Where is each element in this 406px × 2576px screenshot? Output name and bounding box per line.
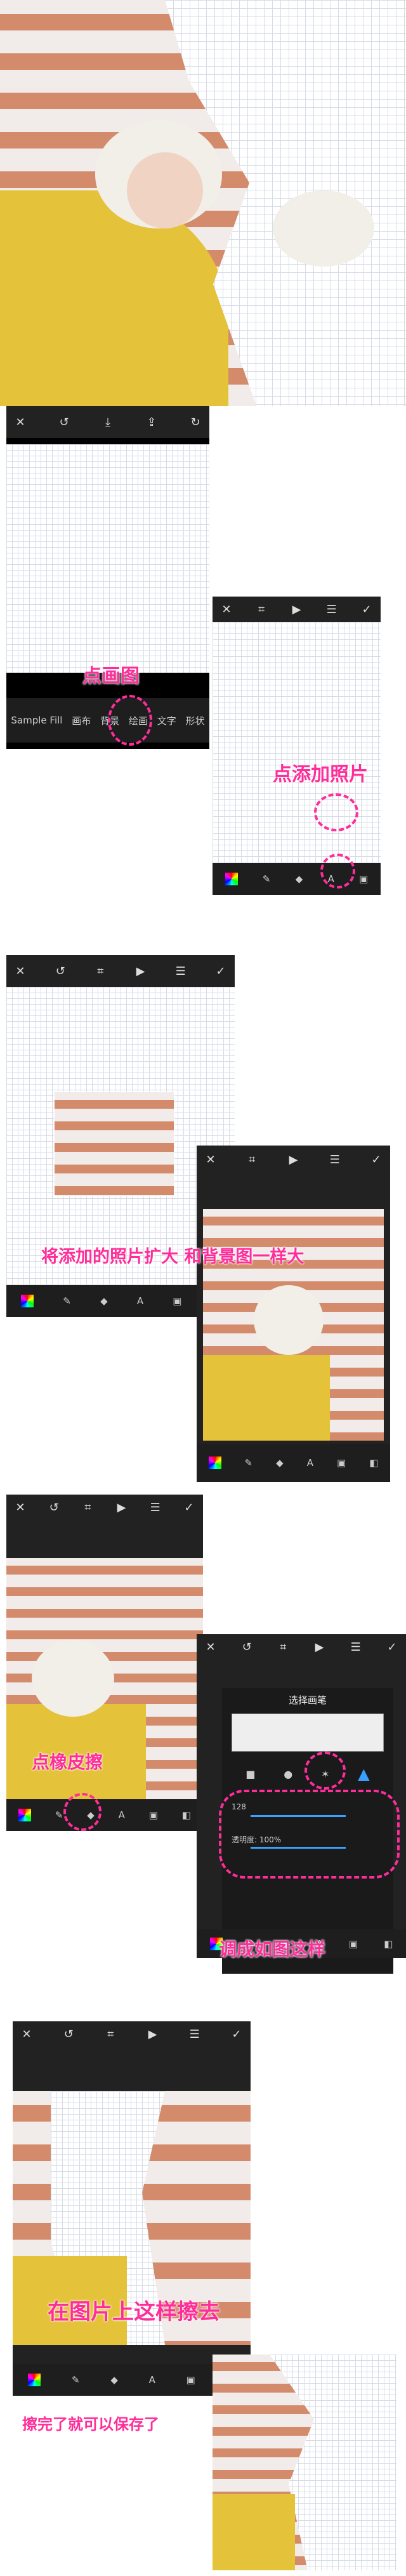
callout-save: 擦完了就可以保存了 (22, 2415, 159, 2433)
callout-eraser: 点橡皮擦 (32, 1752, 103, 1773)
add-photo-icon[interactable]: ▣ (359, 873, 368, 885)
undo-icon[interactable]: ↺ (58, 416, 70, 429)
shape-button[interactable]: 形状 (186, 714, 205, 727)
close-icon[interactable]: ✕ (204, 1153, 217, 1166)
brush-icon[interactable]: ✎ (263, 873, 271, 885)
menu-icon[interactable]: ☰ (149, 1501, 162, 1514)
text-button[interactable]: 文字 (157, 714, 176, 727)
color-swatch[interactable] (21, 1295, 34, 1307)
share-icon[interactable]: ⇪ (145, 416, 158, 429)
menu-icon[interactable]: ☰ (329, 1153, 341, 1166)
soft-brush-icon[interactable]: ● (284, 1768, 292, 1780)
close-icon[interactable]: ✕ (14, 1501, 27, 1514)
canvas[interactable] (6, 444, 209, 673)
video-icon[interactable]: ▶ (291, 603, 303, 616)
app-screen-6: ✕↺⌗▶☰✓ ✎◆A▣◧ (13, 2021, 251, 2396)
callout-add-photo: 点添加照片 (273, 763, 368, 786)
crop-icon[interactable]: ⌗ (94, 965, 107, 978)
triangle-brush-icon[interactable]: ▲ (358, 1765, 369, 1783)
check-icon[interactable]: ✓ (370, 1153, 383, 1166)
menu-icon[interactable]: ☰ (174, 965, 187, 978)
callout-erase: 在图片上这样擦去 (48, 2299, 220, 2325)
download-icon[interactable]: ⤓ (102, 416, 114, 429)
redo-icon[interactable]: ↻ (189, 416, 202, 429)
app-screen-4: ✕ ⌗ ▶ ☰ ✓ ✎ ◆ A ▣ ◧ (197, 1146, 390, 1482)
callout-enlarge: 将添加的照片扩大 和背景图一样大 (41, 1247, 304, 1267)
hard-brush-icon[interactable]: ■ (246, 1768, 255, 1780)
added-photo[interactable] (54, 1092, 174, 1196)
callout-adjust: 调成如图这样 (219, 1939, 326, 1960)
eraser-icon[interactable]: ◆ (296, 873, 303, 885)
final-result (213, 2355, 396, 2570)
brush-preview (232, 1714, 384, 1752)
crop-icon[interactable]: ⌗ (81, 1501, 94, 1514)
canvas-button[interactable]: 画布 (72, 714, 91, 727)
video-icon[interactable]: ▶ (115, 1501, 128, 1514)
callout-draw: 点画图 (82, 665, 140, 687)
check-icon[interactable]: ✓ (360, 603, 373, 616)
highlight-draw-button (108, 695, 152, 746)
check-icon[interactable]: ✓ (183, 1501, 195, 1514)
menu-icon[interactable]: ☰ (325, 603, 338, 616)
eraser-icon[interactable]: ◆ (100, 1295, 108, 1307)
undo-icon[interactable]: ↺ (48, 1501, 60, 1514)
crop-icon[interactable]: ⌗ (255, 603, 268, 616)
brush-icon[interactable]: ✎ (63, 1295, 71, 1307)
text-icon[interactable]: A (137, 1295, 143, 1307)
app-screen-5: ✕ ↺ ⌗ ▶ ☰ ✓ ✎ ◆ A ▣ ◧ (6, 1495, 203, 1831)
canvas[interactable] (213, 622, 381, 863)
app-screen-1: ✕ ↺ ⤓ ⇪ ↻ Sample Fill 画布 背景 绘画 文字 形状 (6, 406, 209, 749)
close-icon[interactable]: ✕ (14, 416, 27, 429)
close-icon[interactable]: ✕ (14, 965, 27, 978)
crop-icon[interactable]: ⌗ (246, 1153, 258, 1166)
video-icon[interactable]: ▶ (134, 965, 147, 978)
close-icon[interactable]: ✕ (220, 603, 233, 616)
check-icon[interactable]: ✓ (214, 965, 227, 978)
video-icon[interactable]: ▶ (287, 1153, 300, 1166)
app-screen-2: ✕ ⌗ ▶ ☰ ✓ ✎ ◆ A ▣ (213, 597, 381, 895)
brush-panel-title: 选择画笔 (288, 1694, 327, 1706)
hero-collage (0, 0, 406, 406)
color-swatch[interactable] (225, 873, 238, 885)
undo-icon[interactable]: ↺ (54, 965, 67, 978)
add-photo-icon[interactable]: ▣ (173, 1295, 181, 1307)
brush-panel: ✕ ↺ ⌗ ▶ ☰ ✓ 选择画笔 ■ ● ✶ ▲ 128 透明度: 100% ✎ ◆ A ▣ ◧ (197, 1634, 406, 1974)
sample-fill-button[interactable]: Sample Fill (11, 715, 62, 726)
